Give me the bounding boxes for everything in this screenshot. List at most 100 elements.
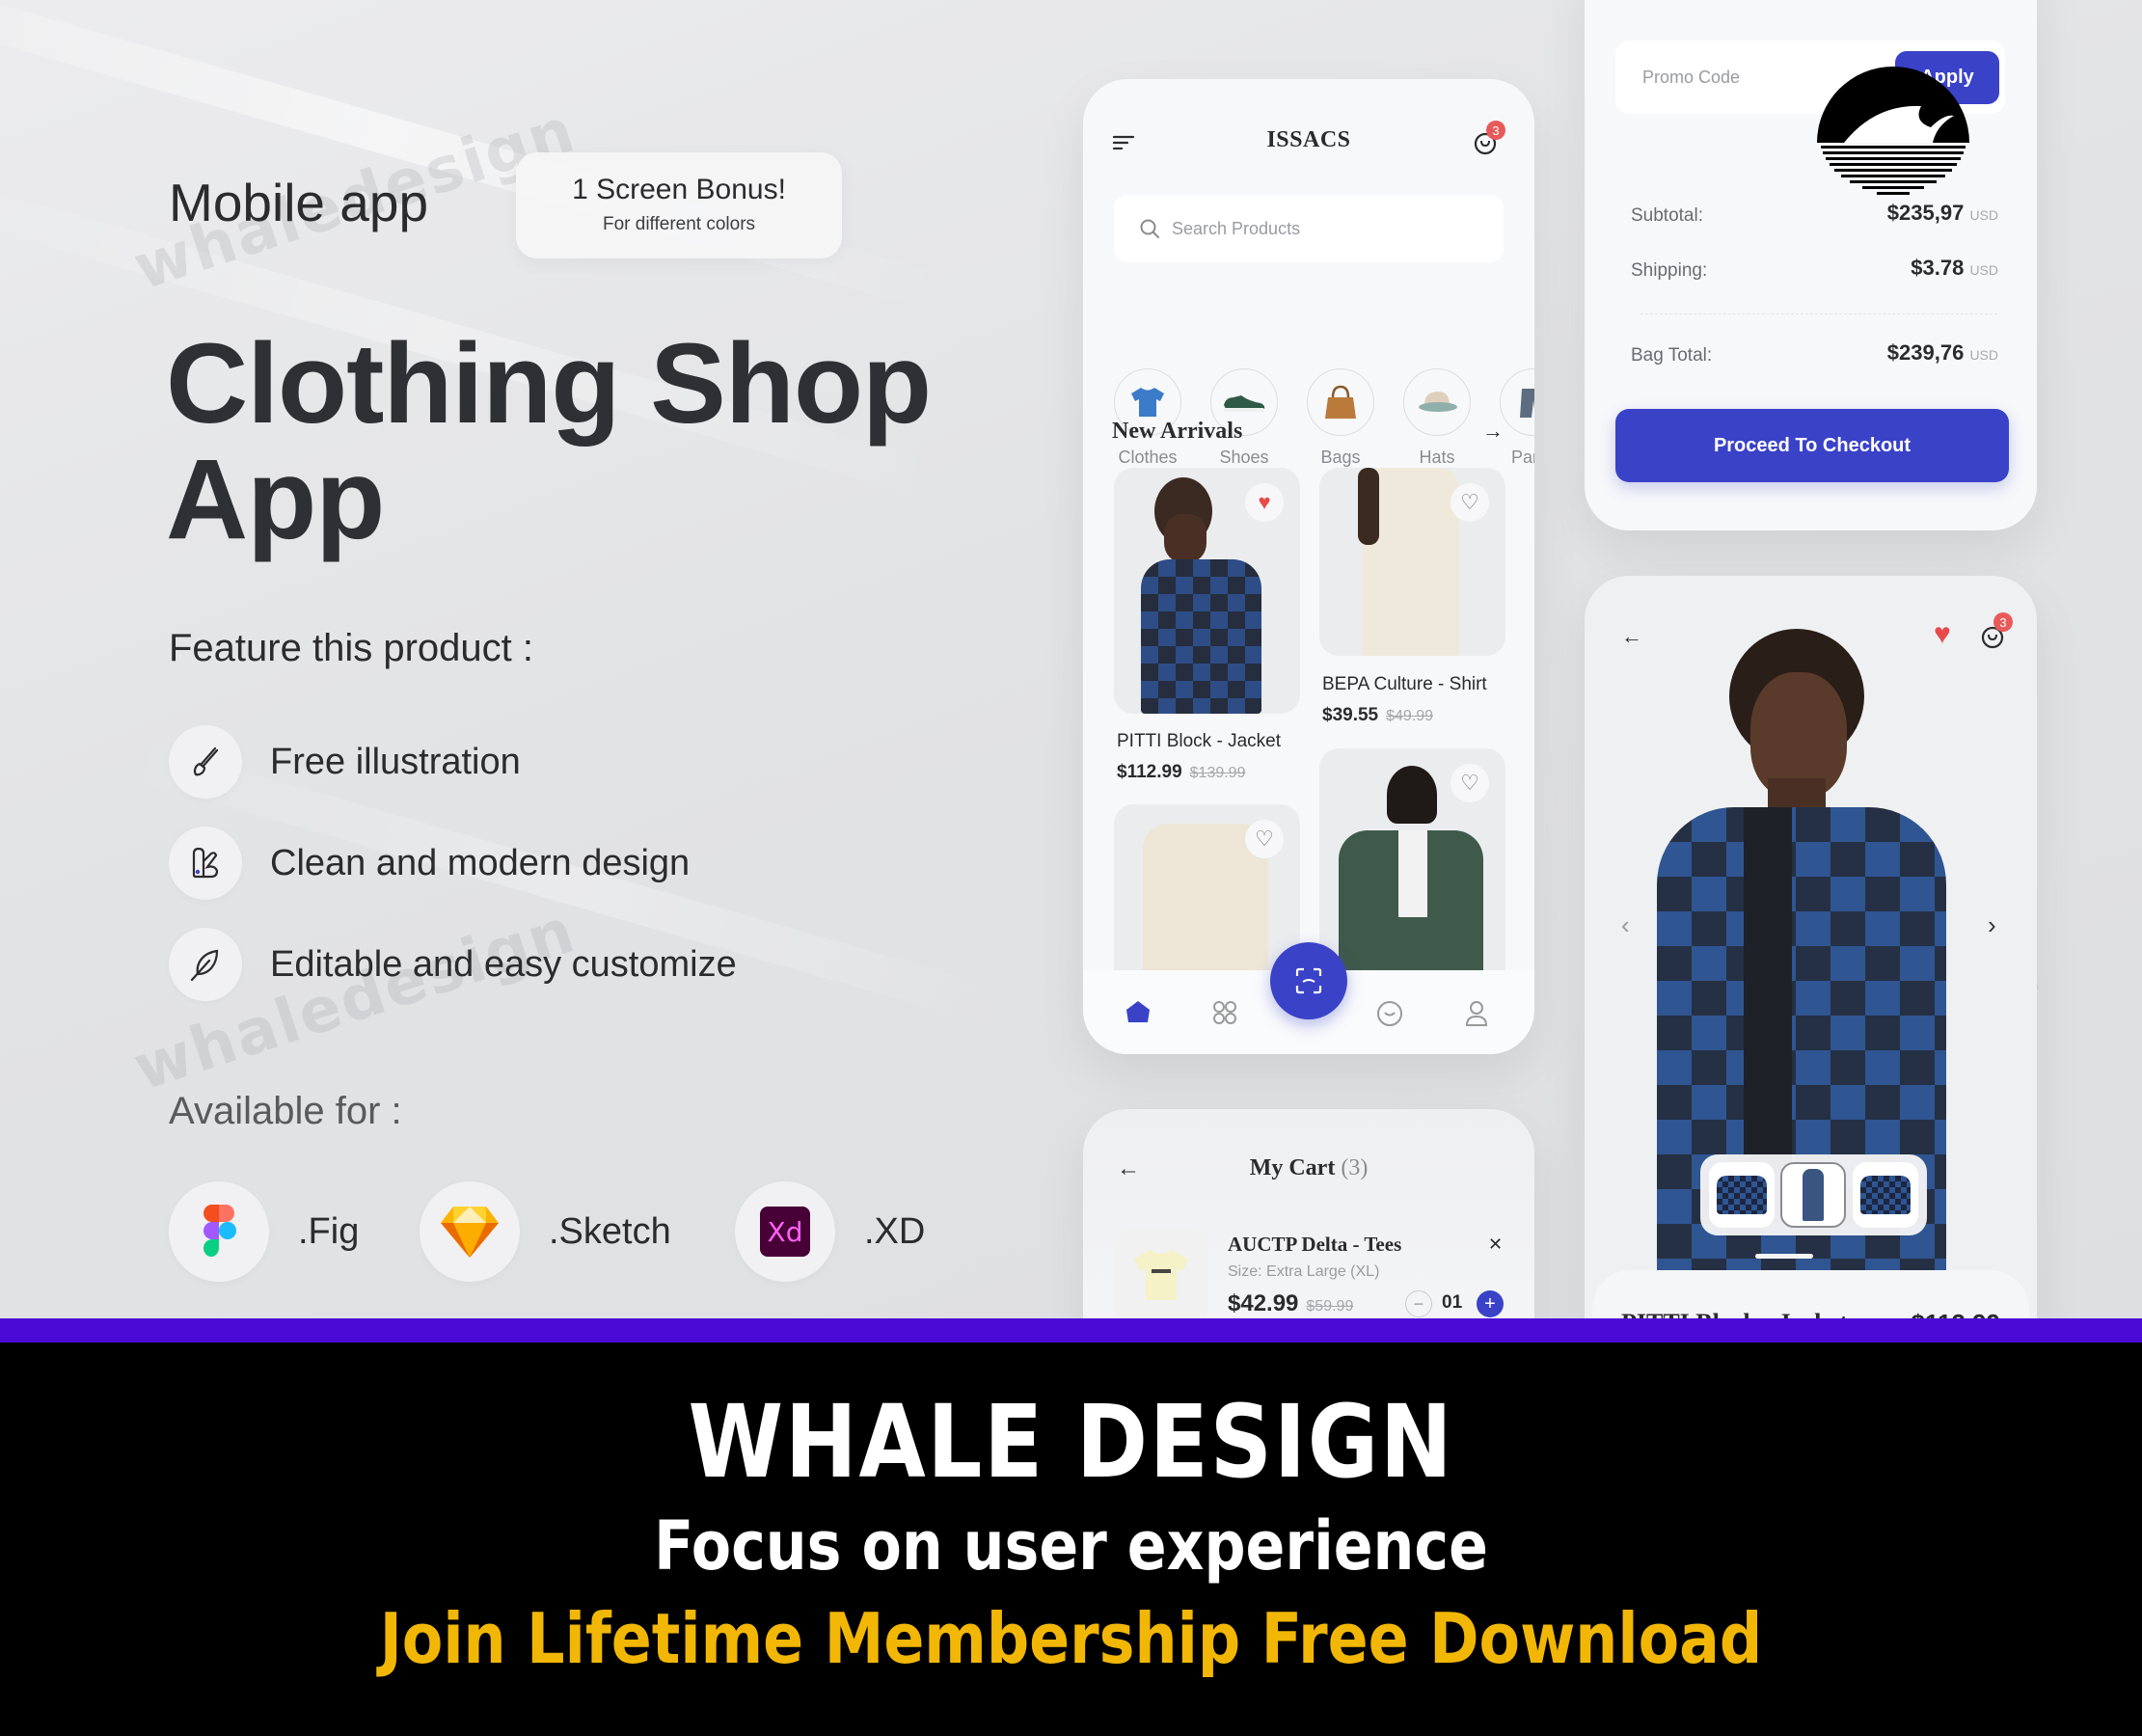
search-icon	[1140, 219, 1159, 238]
thumbnail[interactable]	[1852, 1162, 1918, 1228]
next-image-icon[interactable]: ›	[1988, 910, 1996, 940]
cart-item-image	[1114, 1227, 1208, 1318]
thumbnail-selected[interactable]	[1780, 1162, 1847, 1228]
detail-price: $112.99	[1911, 1309, 2000, 1318]
favorite-button[interactable]: ♡	[1451, 764, 1489, 802]
prev-image-icon[interactable]: ‹	[1621, 910, 1630, 940]
figma-icon	[169, 1181, 269, 1282]
product-price: $112.99 $139.99	[1117, 762, 1246, 782]
hero-title-line1: Clothing Shop	[166, 320, 932, 448]
home-icon	[1126, 1001, 1150, 1022]
product-card[interactable]: ♥	[1114, 468, 1300, 714]
feature-item: Free illustration	[169, 725, 521, 799]
product-name: PITTI Block - Jacket	[1117, 731, 1281, 751]
see-all-arrow-icon[interactable]: →	[1482, 419, 1504, 444]
feature-item: Clean and modern design	[169, 827, 690, 900]
hero-subtitle: Mobile app	[169, 173, 429, 232]
product-card[interactable]: ♡	[1319, 468, 1505, 656]
favorite-button[interactable]: ♡	[1245, 820, 1284, 858]
feature-label: Editable and easy customize	[270, 943, 737, 985]
cart-item-size: Size: Extra Large (XL)	[1228, 1263, 1380, 1280]
tool-label: .Fig	[298, 1210, 360, 1252]
sketch-icon	[420, 1181, 520, 1282]
feature-heading: Feature this product :	[169, 627, 533, 669]
hero-title: Clothing Shop App	[166, 320, 932, 563]
pants-icon	[1520, 389, 1534, 418]
heart-outline-icon: ♡	[1460, 490, 1479, 514]
feather-pen-icon	[169, 928, 242, 1001]
tool-label: .Sketch	[549, 1210, 671, 1252]
cart-title: My Cart (3)	[1249, 1155, 1369, 1180]
product-price: $39.55 $49.99	[1322, 705, 1434, 725]
search-input[interactable]: Search Products	[1114, 195, 1504, 262]
nav-home[interactable]	[1125, 1000, 1151, 1028]
cart-button[interactable]: 3	[1980, 612, 2013, 654]
shipping-value: $3.78 USD	[1911, 256, 1998, 280]
thumbnail-strip	[1700, 1154, 1927, 1235]
cart-button[interactable]: 3	[1473, 121, 1505, 160]
promo-footer: WHALE DESIGN Focus on user experience Jo…	[0, 1343, 2142, 1736]
tool-sketch: .Sketch	[420, 1181, 671, 1282]
favorite-button[interactable]: ♥	[1245, 483, 1284, 522]
footer-tagline: Focus on user experience	[654, 1506, 1488, 1586]
chat-icon	[1377, 1001, 1402, 1026]
bag-icon	[1325, 385, 1356, 419]
brush-icon	[169, 725, 242, 799]
product-card[interactable]: ♡	[1319, 748, 1505, 997]
hat-icon	[1419, 392, 1457, 412]
tshirt-icon	[1131, 388, 1164, 417]
favorite-icon[interactable]: ♥	[1934, 618, 1951, 651]
category-hats[interactable]: Hats	[1403, 368, 1471, 468]
xd-icon: Xd	[735, 1181, 835, 1282]
detail-product-name: PITTI Block - Jacket	[1621, 1309, 1848, 1318]
tshirt-icon	[1134, 1250, 1188, 1300]
heart-outline-icon: ♡	[1255, 827, 1274, 851]
thumbnail[interactable]	[1709, 1162, 1776, 1228]
product-detail-screen: ← ♥ 3 ‹ › PITTI Block - Jacket $112.99	[1585, 576, 2037, 1318]
footer-title: WHALE DESIGN	[688, 1383, 1454, 1501]
section-title: New Arrivals	[1112, 419, 1243, 444]
nav-categories[interactable]	[1212, 1000, 1237, 1030]
carousel-indicator	[1755, 1254, 1813, 1259]
decrease-qty-button[interactable]: −	[1405, 1290, 1432, 1317]
favorite-button[interactable]: ♡	[1451, 483, 1489, 522]
detail-info-panel: PITTI Block - Jacket $112.99	[1592, 1270, 2029, 1318]
nav-profile[interactable]	[1465, 1000, 1488, 1032]
bonus-title: 1 Screen Bonus!	[572, 174, 786, 205]
scan-icon	[1295, 967, 1322, 994]
remove-item-icon[interactable]: ✕	[1488, 1234, 1503, 1255]
feature-label: Free illustration	[270, 741, 521, 782]
heart-filled-icon: ♥	[1258, 490, 1271, 514]
divider	[1640, 313, 1997, 314]
home-screen: ISSACS 3 Search Products Clothes Shoes B…	[1083, 79, 1534, 1054]
footer-accent-bar	[0, 1318, 2142, 1343]
subtotal-label: Subtotal:	[1631, 205, 1703, 226]
bonus-badge: 1 Screen Bonus! For different colors	[516, 152, 842, 258]
product-image	[1387, 766, 1437, 824]
scan-button[interactable]	[1270, 942, 1347, 1019]
bonus-subtitle: For different colors	[602, 214, 756, 234]
showcase-canvas: whaledesign whaledesign whaledesign Mobi…	[0, 0, 2142, 1318]
heart-outline-icon: ♡	[1460, 771, 1479, 795]
whale-logo	[1817, 46, 1969, 199]
grid-icon	[1213, 1001, 1236, 1024]
back-arrow-icon[interactable]: ←	[1621, 624, 1642, 649]
subtotal-value: $235,97 USD	[1886, 201, 1998, 225]
nav-chat[interactable]	[1376, 1000, 1403, 1032]
feature-label: Clean and modern design	[270, 842, 691, 883]
cart-item-price: $42.99 $59.99	[1228, 1290, 1354, 1316]
hero-title-line2: App	[166, 436, 385, 563]
qty-value: 01	[1442, 1292, 1463, 1313]
total-value: $239,76 USD	[1886, 340, 1998, 365]
design-tool-icon	[169, 827, 242, 900]
cart-screen: ← My Cart (3) AUCTP Delta - Tees Size: E…	[1083, 1109, 1534, 1318]
category-bags[interactable]: Bags	[1307, 368, 1374, 468]
cart-badge: 3	[1993, 612, 2013, 632]
checkout-button[interactable]: Proceed To Checkout	[1615, 409, 2009, 482]
footer-cta[interactable]: Join Lifetime Membership Free Download	[149, 1598, 1992, 1679]
shoe-icon	[1224, 395, 1265, 412]
cart-badge: 3	[1486, 121, 1505, 140]
shipping-label: Shipping:	[1631, 260, 1708, 281]
category-pants[interactable]: Pants	[1500, 368, 1534, 468]
increase-qty-button[interactable]: +	[1477, 1290, 1504, 1317]
